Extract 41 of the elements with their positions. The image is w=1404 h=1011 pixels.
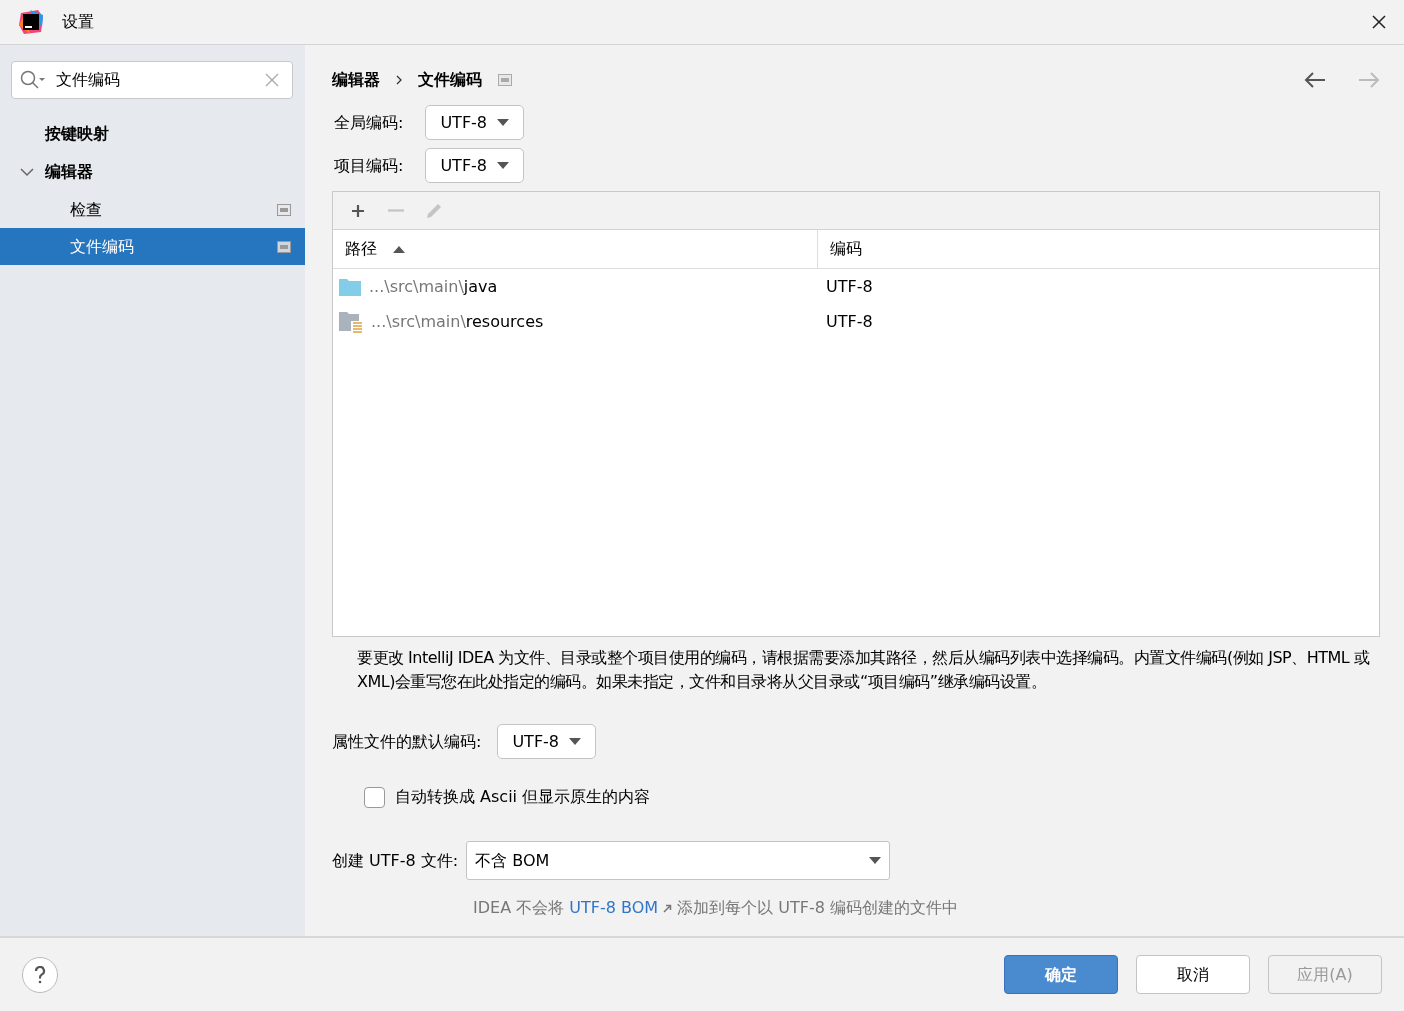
search-icon	[20, 70, 46, 90]
encoding-dropdown[interactable]: UTF-8	[497, 724, 597, 759]
help-button[interactable]	[22, 956, 58, 993]
clear-icon[interactable]	[265, 73, 279, 87]
breadcrumb-item: 文件编码	[418, 69, 482, 91]
chevron-icon	[396, 75, 402, 85]
window-title: 设置	[62, 11, 94, 33]
encoding-cell-text: UTF-8	[825, 275, 873, 298]
checkbox-label: 自动转换成 Ascii 但显示原生的内容	[395, 786, 651, 808]
close-icon[interactable]	[1372, 15, 1386, 29]
tree-item[interactable]: 检查	[0, 191, 305, 228]
back-arrow-icon[interactable]	[1304, 72, 1326, 88]
path-cell-text: ...\src\main\java	[369, 275, 498, 298]
encoding-dropdown[interactable]: UTF-8	[425, 148, 525, 183]
hint-text: IDEA 不会将 UTF-8 BOM 添加到每个以 UTF-8 编码创建的文件中	[473, 897, 960, 919]
remove-icon	[388, 209, 404, 212]
field-label: 项目编码:	[334, 154, 404, 177]
tree-item[interactable]: 文件编码	[0, 228, 305, 265]
description-text: 要更改 IntelliJ IDEA 为文件、目录或整个项目使用的编码，请根据需要添加其路径，然后从编码列表中选择编码。内置文件编码(例如 JSP、HTML 或 XML)会重写您在此处指定的编码。如果未指定，文件和目录将从父目录或“项目编码”继承编码设置。	[357, 647, 1371, 693]
field-label: 全局编码:	[334, 111, 404, 134]
encoding-dropdown[interactable]: UTF-8	[425, 105, 525, 140]
project-scope-icon	[498, 74, 512, 86]
field-label: 属性文件的默认编码:	[332, 730, 482, 753]
bom-link[interactable]: UTF-8 BOM	[569, 898, 673, 917]
add-icon	[350, 202, 366, 219]
tree-item[interactable]: 按键映射	[0, 115, 305, 153]
encoding-cell-text: UTF-8	[825, 310, 873, 333]
external-link-icon	[663, 904, 673, 913]
dialog-button[interactable]: 取消	[1136, 955, 1250, 994]
tree-item[interactable]: 编辑器	[0, 153, 305, 191]
checkbox[interactable]	[364, 786, 385, 808]
dialog-button[interactable]: 确定	[1004, 955, 1118, 994]
question-mark-icon	[34, 965, 46, 984]
column-header[interactable]: 编码	[818, 230, 1379, 268]
search-field[interactable]: 文件编码	[11, 61, 293, 99]
app-logo-icon	[18, 9, 44, 35]
column-header[interactable]: 路径	[333, 230, 818, 268]
bom-dropdown[interactable]: 不含 BOM	[466, 841, 891, 880]
breadcrumb-item[interactable]: 编辑器	[332, 68, 380, 92]
path-cell-text: ...\src\main\resources	[371, 310, 544, 333]
field-label: 创建 UTF-8 文件:	[332, 849, 459, 872]
